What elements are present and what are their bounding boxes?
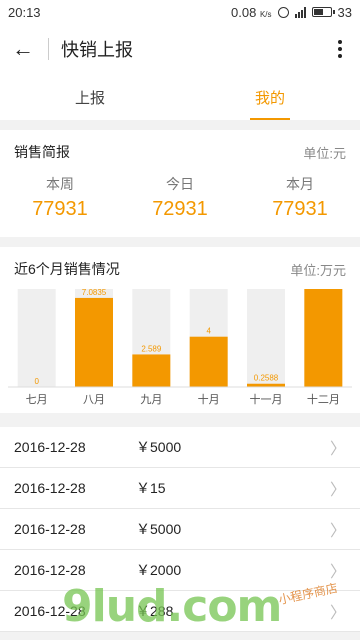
record-amount: ￥2000	[136, 562, 182, 578]
x-tick-label: 十月	[198, 392, 220, 406]
bar-track	[247, 289, 285, 387]
more-menu-icon[interactable]	[332, 38, 348, 60]
record-date: 2016-12-28	[14, 480, 86, 496]
summary-today: 今日 72931	[120, 174, 240, 221]
chart-title: 近6个月销售情况	[14, 261, 120, 277]
record-amount: ￥5000	[136, 439, 182, 455]
status-time: 20:13	[8, 4, 41, 20]
bar-3	[189, 336, 228, 387]
bar-track	[17, 289, 56, 387]
chevron-right-icon: 〉	[329, 605, 346, 622]
record-amount: ￥15	[136, 480, 166, 496]
sales-summary-card: 销售简报 单位:元 本周 77931 今日 72931 本月 77931	[0, 130, 360, 237]
bar-1	[75, 297, 113, 387]
list-item[interactable]: 2016-12-28 ￥5000 〉	[0, 509, 360, 550]
bar-2	[132, 354, 171, 387]
watermark-logo: 9lud.com	[62, 581, 282, 632]
chevron-right-icon: 〉	[329, 523, 346, 540]
page-title: 快销上报	[61, 40, 133, 60]
chart-unit: 单位:万元	[290, 262, 346, 278]
record-amount: ￥5000	[136, 521, 182, 537]
record-date: 2016-12-28	[14, 562, 86, 578]
tab-mine[interactable]: 我的	[180, 74, 360, 120]
x-tick-label: 十一月	[250, 392, 283, 406]
chevron-right-icon: 〉	[329, 441, 346, 458]
signal-icon	[294, 6, 306, 18]
summary-title: 销售简报	[14, 144, 70, 160]
summary-month-label: 本月	[286, 176, 314, 192]
summary-week-value: 77931	[32, 198, 88, 220]
bar-value-label: 0.2588	[254, 374, 279, 383]
summary-unit: 单位:元	[303, 145, 346, 161]
battery-level: 33	[337, 4, 352, 20]
bar-value-label: 4	[206, 327, 211, 336]
list-item[interactable]: 2016-12-28 ￥15 〉	[0, 468, 360, 509]
bar-value-label: 7.0835	[82, 289, 107, 297]
bar-chart-svg: 0七月7.0835八月2.589九月4十月0.2588十一月7.7931十二月	[8, 289, 352, 406]
bar-5	[304, 289, 343, 387]
record-date: 2016-12-28	[14, 521, 86, 537]
bar-value-label: 2.589	[141, 344, 162, 353]
alarm-icon	[277, 6, 289, 18]
chevron-right-icon: 〉	[329, 482, 346, 499]
summary-today-value: 72931	[152, 198, 208, 220]
record-date: 2016-12-28	[14, 439, 86, 455]
x-tick-label: 七月	[26, 393, 48, 406]
x-tick-label: 九月	[140, 393, 162, 406]
summary-month-value: 77931	[272, 198, 328, 220]
chevron-right-icon: 〉	[329, 564, 346, 581]
app-toolbar: ← 快销上报	[0, 24, 360, 74]
bar-value-label: 0	[34, 377, 39, 386]
x-tick-label: 十二月	[307, 392, 340, 406]
bar-chart: 0七月7.0835八月2.589九月4十月0.2588十一月7.7931十二月	[8, 289, 352, 409]
list-item[interactable]: 2016-12-28 ￥5000 〉	[0, 427, 360, 468]
status-bar: 20:13 0.08 K/s 33	[0, 0, 360, 24]
tab-report[interactable]: 上报	[0, 74, 180, 120]
status-icons: 0.08 K/s 33	[231, 5, 352, 20]
tab-bar: 上报 我的	[0, 74, 360, 120]
summary-month: 本月 77931	[240, 174, 360, 221]
back-arrow-icon[interactable]: ←	[12, 36, 38, 62]
x-tick-label: 八月	[83, 394, 105, 406]
monthly-chart-card: 近6个月销售情况 单位:万元 0 七月 7.0835 八月 2.589 九月 4 十月 0.25…	[0, 247, 360, 413]
network-speed: 0.08 K/s	[231, 4, 272, 20]
toolbar-divider	[48, 38, 49, 60]
summary-today-label: 今日	[166, 176, 194, 192]
summary-week: 本周 77931	[0, 174, 120, 221]
summary-week-label: 本周	[46, 176, 74, 192]
battery-icon	[311, 7, 335, 17]
